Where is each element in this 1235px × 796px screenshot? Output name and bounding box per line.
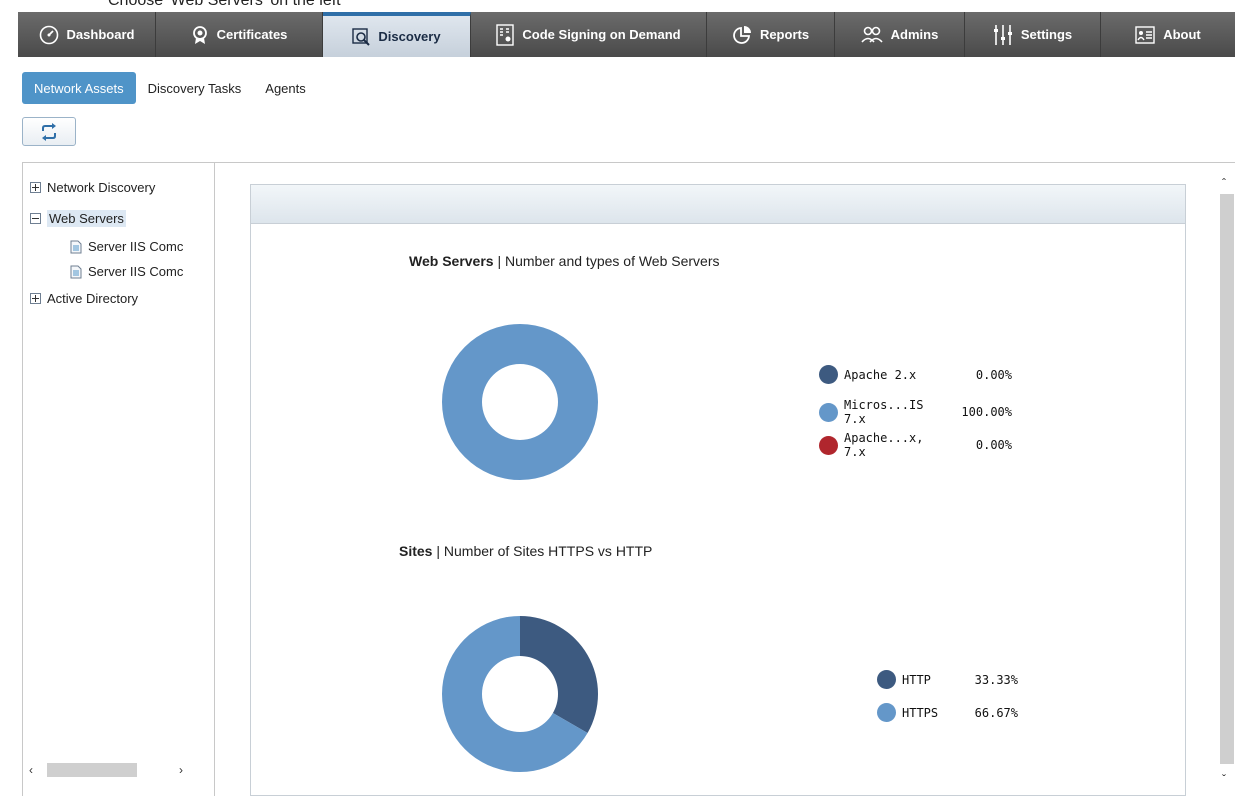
certificate-icon xyxy=(192,25,207,44)
discovery-icon xyxy=(352,27,371,46)
legend-label: HTTPS xyxy=(902,705,939,720)
scroll-left-icon[interactable]: ‹ xyxy=(29,763,33,777)
legend-swatch xyxy=(877,670,896,689)
nav-label: Certificates xyxy=(216,27,288,42)
legend-swatch xyxy=(877,703,896,722)
tree-item-network-discovery[interactable]: Network Discovery xyxy=(30,180,155,195)
sub-tabs: Network Assets Discovery Tasks Agents xyxy=(22,72,318,104)
legend-item[interactable]: HTTPS 66.67% xyxy=(877,703,1018,722)
about-icon xyxy=(1135,25,1155,44)
legend-swatch xyxy=(819,402,838,422)
legend-item[interactable]: HTTP 33.33% xyxy=(877,670,1018,689)
asset-tree: Network Discovery Web Servers Server IIS… xyxy=(22,163,215,796)
nav-reports[interactable]: Reports xyxy=(707,12,835,57)
tree-label: Network Discovery xyxy=(47,180,156,195)
tab-network-assets[interactable]: Network Assets xyxy=(22,72,136,104)
nav-label: Admins xyxy=(890,27,939,42)
reports-icon xyxy=(733,25,751,44)
admins-icon xyxy=(861,26,883,43)
scroll-down-icon[interactable]: ˇ xyxy=(1222,772,1226,786)
sites-chart-title: Sites | Number of Sites HTTPS vs HTTP xyxy=(399,543,652,559)
web-servers-chart-title: Web Servers | Number and types of Web Se… xyxy=(409,253,720,269)
donut-slice-http xyxy=(520,616,598,733)
tree-item-active-directory[interactable]: Active Directory xyxy=(30,291,138,306)
tree-label: Active Directory xyxy=(47,291,139,306)
sites-donut-chart xyxy=(442,616,598,772)
tree-item-server-iis-1[interactable]: Server IIS Comc xyxy=(70,239,183,254)
document-icon xyxy=(70,265,82,278)
chart-title-rest: | Number and types of Web Servers xyxy=(497,253,720,269)
main-nav: Dashboard Certificates Discovery Code Si… xyxy=(18,12,1235,57)
chart-title-bold: Sites xyxy=(399,543,433,559)
collapse-icon[interactable] xyxy=(30,213,41,224)
tree-item-server-iis-2[interactable]: Server IIS Comc xyxy=(70,264,183,279)
legend-value: 100.00% xyxy=(961,405,1012,419)
chart-title-rest: | Number of Sites HTTPS vs HTTP xyxy=(436,543,653,559)
panel-header xyxy=(251,185,1185,224)
web-servers-donut-chart xyxy=(442,324,598,480)
legend-label: Apache 2.x xyxy=(844,367,917,382)
tab-discovery-tasks[interactable]: Discovery Tasks xyxy=(136,72,254,104)
legend-value: 0.00% xyxy=(975,438,1012,452)
legend-label: HTTP xyxy=(902,672,931,687)
instruction-text: Choose 'Web Servers' on the left xyxy=(108,0,341,9)
scroll-thumb[interactable] xyxy=(47,763,137,777)
scroll-up-icon[interactable]: ˆ xyxy=(1222,176,1226,190)
refresh-icon xyxy=(42,122,56,141)
nav-settings[interactable]: Settings xyxy=(965,12,1101,57)
legend-item[interactable]: Apache 2.x 0.00% xyxy=(819,365,1012,384)
donut-slice-micros-is-7-x xyxy=(442,324,598,480)
legend-label: Micros...IS 7.x xyxy=(844,398,924,426)
legend-swatch xyxy=(819,365,838,384)
legend-item[interactable]: Apache...x, 7.x 0.00% xyxy=(819,431,1012,459)
legend-item[interactable]: Micros...IS 7.x 100.00% xyxy=(819,398,1012,426)
chart-title-bold: Web Servers xyxy=(409,253,494,269)
code-signing-icon xyxy=(496,23,515,46)
document-icon xyxy=(70,240,82,253)
nav-label: Code Signing on Demand xyxy=(522,27,681,42)
tree-label: Web Servers xyxy=(47,210,126,227)
nav-admins[interactable]: Admins xyxy=(835,12,965,57)
legend-label: Apache...x, 7.x xyxy=(844,431,924,459)
expand-icon[interactable] xyxy=(30,182,41,193)
legend-value: 66.67% xyxy=(974,705,1018,720)
nav-label: Settings xyxy=(1020,27,1073,42)
nav-code-signing[interactable]: Code Signing on Demand xyxy=(471,12,707,57)
nav-discovery[interactable]: Discovery xyxy=(323,12,471,57)
scroll-thumb[interactable] xyxy=(1220,194,1234,764)
dashboard-icon xyxy=(39,25,58,44)
nav-label: Dashboard xyxy=(66,27,135,42)
scroll-right-icon[interactable]: › xyxy=(179,763,183,777)
tab-agents[interactable]: Agents xyxy=(253,72,317,104)
expand-icon[interactable] xyxy=(30,293,41,304)
vertical-scrollbar[interactable]: ˆ ˇ xyxy=(1218,172,1235,796)
legend-swatch xyxy=(819,435,838,455)
legend-value: 0.00% xyxy=(975,367,1012,382)
nav-label: About xyxy=(1163,27,1201,42)
nav-label: Reports xyxy=(759,27,810,42)
nav-about[interactable]: About xyxy=(1101,12,1235,57)
nav-certificates[interactable]: Certificates xyxy=(156,12,323,57)
nav-label: Discovery xyxy=(378,29,441,44)
tree-horizontal-scrollbar[interactable]: ‹ › xyxy=(29,763,199,777)
chart-panel: Web Servers | Number and types of Web Se… xyxy=(250,184,1186,796)
settings-icon xyxy=(993,24,1012,45)
refresh-button[interactable] xyxy=(22,117,76,146)
nav-dashboard[interactable]: Dashboard xyxy=(18,12,156,57)
tree-label: Server IIS Comc xyxy=(88,264,184,279)
tree-label: Server IIS Comc xyxy=(88,239,184,254)
legend-value: 33.33% xyxy=(974,672,1018,687)
tree-item-web-servers[interactable]: Web Servers xyxy=(30,210,126,227)
